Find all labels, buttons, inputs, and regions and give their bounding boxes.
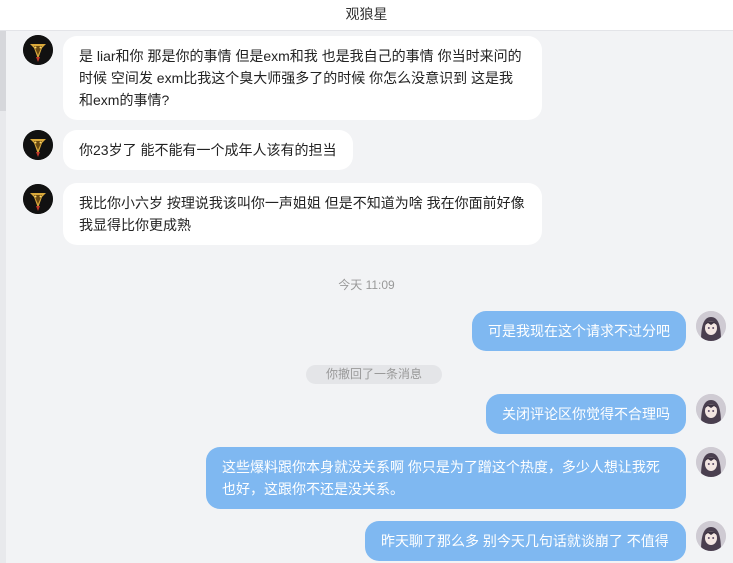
contact-avatar[interactable] [23,35,53,65]
anime-girl-avatar-icon [696,521,726,551]
anime-girl-avatar-icon [696,311,726,341]
scrollbar[interactable] [0,31,6,563]
message-bubble-outgoing[interactable]: 可是我现在这个请求不过分吧 [472,311,686,351]
self-avatar[interactable] [696,394,726,424]
self-avatar[interactable] [696,447,726,477]
message-bubble-incoming[interactable]: 我比你小六岁 按理说我该叫你一声姐姐 但是不知道为啥 我在你面前好像我显得比你更… [63,183,542,245]
chat-window: 观狼星 是 liar和你 那是你的事情 但是exm和我 也是我自己的事情 你当时… [0,0,733,563]
chat-title: 观狼星 [0,0,733,31]
message-bubble-outgoing[interactable]: 这些爆料跟你本身就没关系啊 你只是为了蹭这个热度，多少人想让我死也好，这跟你不还… [206,447,686,509]
anime-girl-avatar-icon [696,447,726,477]
scrollbar-thumb[interactable] [0,31,6,111]
dark-emblem-icon [23,35,53,65]
recall-notice: 你撤回了一条消息 [306,365,442,384]
dark-emblem-icon [23,184,53,214]
self-avatar[interactable] [696,521,726,551]
self-avatar[interactable] [696,311,726,341]
contact-avatar[interactable] [23,184,53,214]
message-timestamp: 今天 11:09 [338,278,395,292]
message-bubble-outgoing[interactable]: 昨天聊了那么多 别今天几句话就谈崩了 不值得 [365,521,686,561]
dark-emblem-icon [23,130,53,160]
message-bubble-incoming[interactable]: 是 liar和你 那是你的事情 但是exm和我 也是我自己的事情 你当时来问的时… [63,36,542,120]
message-bubble-outgoing[interactable]: 关闭评论区你觉得不合理吗 [486,394,686,434]
contact-avatar[interactable] [23,130,53,160]
anime-girl-avatar-icon [696,394,726,424]
message-bubble-incoming[interactable]: 你23岁了 能不能有一个成年人该有的担当 [63,130,353,170]
